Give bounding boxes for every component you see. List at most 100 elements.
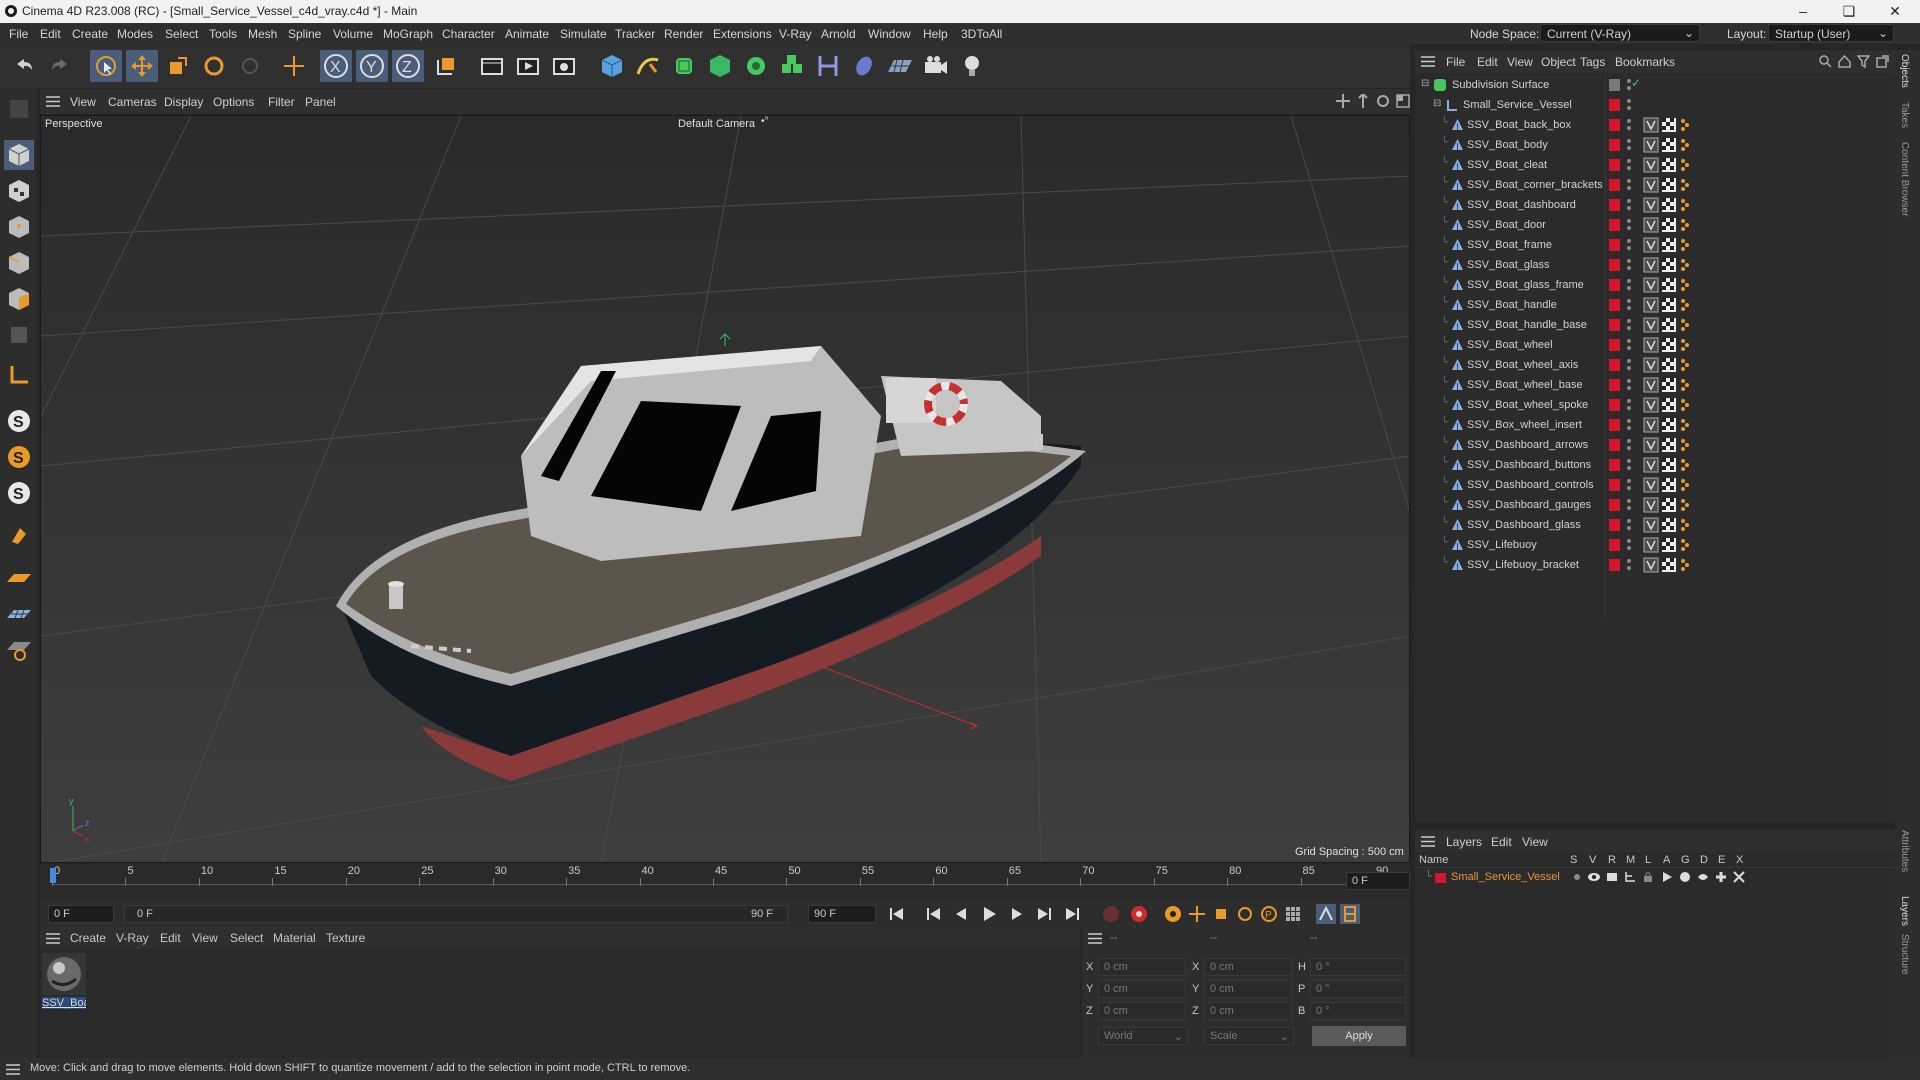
visibility-dots[interactable]: [1627, 559, 1631, 571]
node-space-dropdown[interactable]: Current (V-Ray) ⌄: [1540, 24, 1700, 42]
visibility-dots[interactable]: [1627, 299, 1631, 311]
next-frame-icon[interactable]: [1007, 904, 1027, 924]
vray-tag-icon[interactable]: [1643, 117, 1659, 133]
layer-color-swatch[interactable]: [1609, 359, 1620, 371]
viewport-menu-cameras[interactable]: Cameras: [108, 95, 157, 109]
hierarchy-icon[interactable]: [1624, 871, 1636, 883]
rot-h-field[interactable]: 0 °: [1310, 958, 1406, 976]
subdivision-surface-icon[interactable]: [668, 50, 700, 82]
material-menu-create[interactable]: Create: [70, 931, 106, 945]
next-key-icon[interactable]: [1034, 904, 1054, 924]
object-row[interactable]: └ SSV_Boat_glass_frame: [1415, 275, 1895, 295]
texture-tag-icon[interactable]: [1661, 397, 1677, 413]
material-menu-material[interactable]: Material: [273, 931, 316, 945]
texture-tag-icon[interactable]: [1661, 177, 1677, 193]
vray-tag-icon[interactable]: [1643, 397, 1659, 413]
layer-color-swatch[interactable]: [1609, 299, 1620, 311]
vray-tag-icon[interactable]: [1643, 417, 1659, 433]
texture-tag-icon[interactable]: [1661, 497, 1677, 513]
viewport-menu-options[interactable]: Options: [213, 95, 254, 109]
texture-tag-icon[interactable]: [1661, 437, 1677, 453]
visibility-dots[interactable]: [1627, 319, 1631, 331]
record-disabled-icon[interactable]: [1101, 904, 1121, 924]
layer-col-xref[interactable]: X: [1736, 854, 1743, 866]
visibility-dots[interactable]: [1627, 159, 1631, 171]
object-row[interactable]: └ SSV_Boat_wheel_base: [1415, 375, 1895, 395]
texture-tag-icon[interactable]: [1661, 157, 1677, 173]
visibility-dots[interactable]: [1627, 459, 1631, 471]
tab-attributes[interactable]: Attributes: [1899, 830, 1910, 872]
menu-window[interactable]: Window: [868, 27, 911, 41]
layer-color-swatch[interactable]: [1609, 239, 1620, 251]
locked-workplane-icon[interactable]: [4, 634, 34, 664]
phong-tag-icon[interactable]: [1679, 318, 1691, 332]
tab-structure[interactable]: Structure: [1899, 934, 1910, 975]
prev-frame-icon[interactable]: [951, 904, 971, 924]
phong-tag-icon[interactable]: [1679, 558, 1691, 572]
close-button[interactable]: ✕: [1872, 0, 1918, 23]
object-row[interactable]: └ SSV_Dashboard_arrows: [1415, 435, 1895, 455]
object-row[interactable]: └ SSV_Boat_handle_base: [1415, 315, 1895, 335]
menu-mesh[interactable]: Mesh: [248, 27, 277, 41]
object-row[interactable]: └ SSV_Boat_cleat: [1415, 155, 1895, 175]
object-row[interactable]: └ SSV_Boat_corner_brackets: [1415, 175, 1895, 195]
phong-tag-icon[interactable]: [1679, 538, 1691, 552]
hamburger-icon[interactable]: [1088, 933, 1102, 944]
x-axis-lock-icon[interactable]: X: [320, 50, 352, 82]
expression-icon[interactable]: [1715, 871, 1727, 883]
menu-character[interactable]: Character: [442, 27, 495, 41]
menu-arnold[interactable]: Arnold: [821, 27, 856, 41]
size-y-field[interactable]: 0 cm: [1204, 980, 1292, 998]
phong-tag-icon[interactable]: [1679, 218, 1691, 232]
workplane-snap-icon[interactable]: S: [4, 478, 34, 508]
pos-x-field[interactable]: 0 cm: [1098, 958, 1186, 976]
vray-tag-icon[interactable]: [1643, 177, 1659, 193]
points-mode-icon[interactable]: [4, 212, 34, 242]
visibility-dots[interactable]: [1627, 499, 1631, 511]
filter-icon[interactable]: [1857, 55, 1870, 68]
current-frame-field[interactable]: 0 F: [1346, 872, 1410, 890]
layer-color-swatch[interactable]: [1609, 99, 1620, 111]
texture-tag-icon[interactable]: [1661, 197, 1677, 213]
rot-p-field[interactable]: 0 °: [1310, 980, 1406, 998]
uv-mode-icon[interactable]: [4, 320, 34, 350]
layer-col-locked[interactable]: L: [1645, 854, 1651, 866]
collapse-toggle-icon[interactable]: ⊟: [1421, 78, 1429, 89]
visibility-dots[interactable]: [1627, 479, 1631, 491]
new-window-icon[interactable]: [1876, 55, 1889, 68]
vray-tag-icon[interactable]: [1643, 217, 1659, 233]
object-row[interactable]: └ SSV_Boat_glass: [1415, 255, 1895, 275]
deformer-icon[interactable]: [812, 50, 844, 82]
menu-volume[interactable]: Volume: [333, 27, 373, 41]
frame-range-slider[interactable]: 0 F 90 F: [124, 905, 788, 923]
texture-tag-icon[interactable]: [1661, 137, 1677, 153]
visibility-dots[interactable]: [1627, 359, 1631, 371]
layer-color-swatch[interactable]: [1609, 479, 1620, 491]
material-swatch[interactable]: SSV_Boa: [42, 953, 86, 1015]
visibility-dots[interactable]: [1627, 239, 1631, 251]
maximize-button[interactable]: ❏: [1826, 0, 1872, 23]
snap-icon[interactable]: S: [4, 406, 34, 436]
eye-icon[interactable]: [1587, 871, 1601, 883]
phong-tag-icon[interactable]: [1679, 498, 1691, 512]
camera-link-icon[interactable]: •°: [761, 116, 769, 127]
key-rotation-icon[interactable]: [1235, 904, 1255, 924]
phong-tag-icon[interactable]: [1679, 178, 1691, 192]
vray-tag-icon[interactable]: [1643, 257, 1659, 273]
visibility-dots[interactable]: [1627, 419, 1631, 431]
menu-3dtoall[interactable]: 3DToAll: [961, 27, 1002, 41]
layer-color-swatch[interactable]: [1609, 439, 1620, 451]
phong-tag-icon[interactable]: [1679, 378, 1691, 392]
key-position-icon[interactable]: [1187, 904, 1207, 924]
object-row[interactable]: └ SSV_Boat_wheel: [1415, 335, 1895, 355]
phong-tag-icon[interactable]: [1679, 338, 1691, 352]
hamburger-icon[interactable]: [6, 1064, 20, 1075]
visibility-dots[interactable]: [1627, 379, 1631, 391]
menu-tracker[interactable]: Tracker: [615, 27, 655, 41]
playhead[interactable]: [50, 868, 56, 883]
objects-menu-tags[interactable]: Tags: [1580, 55, 1605, 69]
vray-tag-icon[interactable]: [1643, 137, 1659, 153]
layer-color-swatch[interactable]: [1609, 79, 1620, 91]
phong-tag-icon[interactable]: [1679, 358, 1691, 372]
extrude-icon[interactable]: [704, 50, 736, 82]
